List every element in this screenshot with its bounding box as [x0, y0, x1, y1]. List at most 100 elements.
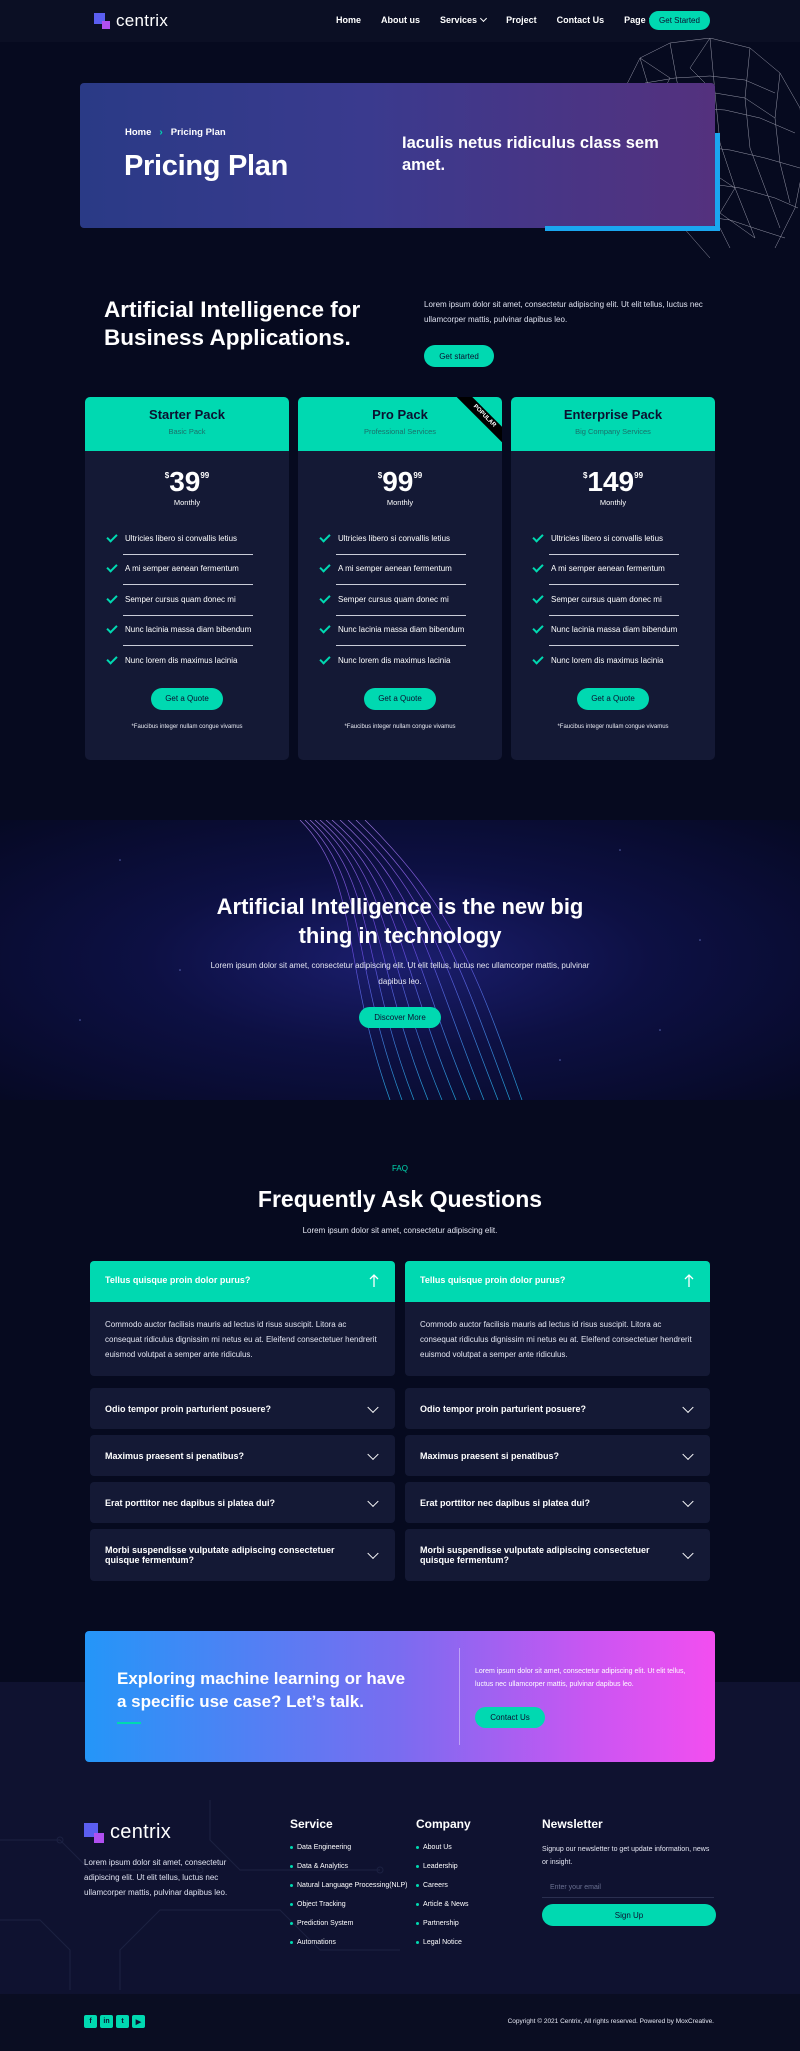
faq-question-label: Morbi suspendisse vulputate adipiscing c…	[105, 1545, 335, 1565]
footer-link[interactable]: Legal Notice	[416, 1938, 471, 1948]
nav-item-label: Services	[440, 15, 478, 25]
linkedin-icon[interactable]: in	[100, 2015, 113, 2028]
nav-item-services[interactable]: Services	[440, 14, 488, 25]
discover-more-button[interactable]: Discover More	[359, 1007, 441, 1028]
facebook-icon[interactable]: f	[84, 2015, 97, 2028]
banner-title: Artificial Intelligence is the new big t…	[0, 892, 800, 950]
get-a-quote-button[interactable]: Get a Quote	[364, 687, 436, 710]
footer-link[interactable]: Careers	[416, 1881, 471, 1891]
check-icon	[106, 561, 118, 573]
breadcrumb: Home › Pricing Plan	[125, 127, 226, 138]
banner-text: Lorem ipsum dolor sit amet, consectetur …	[210, 961, 590, 986]
footer-link[interactable]: Object Tracking	[290, 1900, 408, 1910]
price-amount: 99	[382, 466, 414, 497]
pricing-card: Enterprise Pack Big Company Services $149 9…	[511, 397, 715, 760]
footer-company-title: Company	[416, 1817, 471, 1831]
get-started-button[interactable]: Get started	[424, 345, 494, 367]
pricing-card: Starter Pack Basic Pack $39 99 Monthly Ultric…	[85, 397, 289, 760]
nav-item-home[interactable]: Home	[336, 15, 361, 25]
plan-subtitle: Basic Pack	[168, 427, 206, 436]
feature-label: Semper cursus quam donec mi	[551, 594, 662, 604]
get-started-header-button[interactable]: Get Started	[649, 11, 710, 30]
feature-item: Ultricies libero si convallis letius	[319, 523, 502, 555]
plan-subtitle: Big Company Services	[575, 427, 651, 436]
nav-item-about-us[interactable]: About us	[381, 15, 420, 25]
footer-link[interactable]: Natural Language Processing(NLP)	[290, 1881, 408, 1891]
company-links: About Us Leadership Careers Article & News P…	[416, 1843, 471, 1948]
footer-link[interactable]: Partnership	[416, 1919, 471, 1929]
faq-question[interactable]: Morbi suspendisse vulputate adipiscing c…	[405, 1529, 710, 1581]
chevron-down-icon	[682, 1448, 694, 1460]
ai-banner: Artificial Intelligence is the new big t…	[0, 820, 800, 1100]
footer-logo[interactable]: centrix	[84, 1821, 171, 1844]
check-icon	[319, 622, 331, 634]
banner-title-line1: Artificial Intelligence is the new big	[216, 894, 584, 919]
email-field[interactable]: Enter your email	[542, 1878, 714, 1898]
feature-label: A mi semper aenean fermentum	[125, 564, 239, 574]
price-amount: 39	[169, 466, 201, 497]
cta-title: Exploring machine learning or have a spe…	[117, 1669, 406, 1711]
faq-question-open[interactable]: Tellus quisque proin dolor purus?	[405, 1261, 710, 1302]
check-icon	[106, 622, 118, 634]
chevron-down-icon	[682, 1495, 694, 1507]
feature-item: Nunc lacinia massa diam bibendum	[106, 615, 289, 646]
intro-title: Artificial Intelligence for Business App…	[104, 297, 361, 350]
footer-company-column: Company About Us Leadership Careers Article…	[416, 1817, 471, 1957]
check-icon	[532, 592, 544, 604]
feature-item: Ultricies libero si convallis letius	[106, 523, 289, 555]
faq-column: Tellus quisque proin dolor purus? Commodo…	[405, 1261, 710, 1581]
faq-question-label: Erat porttitor nec dapibus si platea dui…	[105, 1497, 276, 1508]
faq-question[interactable]: Odio tempor proin parturient posuere?	[405, 1388, 710, 1429]
footer-link[interactable]: Automations	[290, 1938, 408, 1948]
footer-link[interactable]: Data & Analytics	[290, 1862, 408, 1872]
get-a-quote-button[interactable]: Get a Quote	[577, 687, 649, 710]
faq-question[interactable]: Maximus praesent si penatibus?	[405, 1435, 710, 1476]
feature-label: Ultricies libero si convallis letius	[125, 533, 238, 543]
check-icon	[532, 531, 544, 543]
price-amount: 149	[587, 466, 635, 497]
plan-note: *Faucibus integer nullam congue vivamus	[131, 723, 243, 730]
arrow-up-icon	[684, 1274, 694, 1287]
faq-question[interactable]: Erat porttitor nec dapibus si platea dui…	[90, 1482, 395, 1523]
site-header: centrix Home About us Services Project Conta…	[0, 0, 800, 42]
footer-link[interactable]: About Us	[416, 1843, 471, 1853]
faq-answer: Commodo auctor facilisis mauris ad lectu…	[405, 1302, 710, 1376]
sign-up-button[interactable]: Sign Up	[542, 1904, 716, 1926]
feature-item: A mi semper aenean fermentum	[532, 554, 715, 585]
youtube-icon[interactable]: ▶	[132, 2015, 145, 2028]
footer-about: Lorem ipsum dolor sit amet, consectetur …	[84, 1858, 228, 1897]
footer-link[interactable]: Data Engineering	[290, 1843, 408, 1853]
footer-link[interactable]: Prediction System	[290, 1919, 408, 1929]
arrow-up-icon	[369, 1274, 379, 1287]
nav-item-project[interactable]: Project	[506, 15, 537, 25]
logo-icon	[84, 1822, 104, 1843]
faq-question[interactable]: Morbi suspendisse vulputate adipiscing c…	[90, 1529, 395, 1581]
faq-question-label: Odio tempor proin parturient posuere?	[420, 1403, 587, 1414]
faq-question[interactable]: Erat porttitor nec dapibus si platea dui…	[405, 1482, 710, 1523]
breadcrumb-home-link[interactable]: Home	[125, 127, 151, 138]
nav-item-label: About us	[381, 15, 421, 25]
page: centrix Home About us Services Project Conta…	[0, 0, 800, 2051]
feature-list: Ultricies libero si convallis letius A mi…	[85, 523, 289, 676]
get-a-quote-button[interactable]: Get a Quote	[151, 687, 223, 710]
twitter-icon[interactable]: t	[116, 2015, 129, 2028]
faq-question-open[interactable]: Tellus quisque proin dolor purus?	[90, 1261, 395, 1302]
feature-label: Nunc lacinia massa diam bibendum	[551, 625, 678, 635]
chevron-down-icon	[367, 1401, 379, 1413]
faq-question[interactable]: Odio tempor proin parturient posuere?	[90, 1388, 395, 1429]
contact-us-button[interactable]: Contact Us	[475, 1707, 545, 1728]
footer-link[interactable]: Article & News	[416, 1900, 471, 1910]
feature-list: Ultricies libero si convallis letius A mi…	[298, 523, 502, 676]
feature-label: A mi semper aenean fermentum	[338, 564, 452, 574]
faq-question[interactable]: Maximus praesent si penatibus?	[90, 1435, 395, 1476]
logo-text: centrix	[116, 11, 169, 30]
service-links: Data Engineering Data & Analytics Natural …	[290, 1843, 408, 1948]
feature-label: Nunc lorem dis maximus lacinia	[125, 655, 238, 665]
faq-question-label: Erat porttitor nec dapibus si platea dui…	[420, 1497, 591, 1508]
plan-note: *Faucibus integer nullam congue vivamus	[344, 723, 456, 730]
nav-item-contact-us[interactable]: Contact Us	[557, 15, 605, 25]
logo[interactable]: centrix	[94, 11, 168, 31]
footer-link[interactable]: Leadership	[416, 1862, 471, 1872]
chevron-down-icon	[480, 14, 488, 23]
faq-question-label: Tellus quisque proin dolor purus?	[420, 1275, 566, 1285]
